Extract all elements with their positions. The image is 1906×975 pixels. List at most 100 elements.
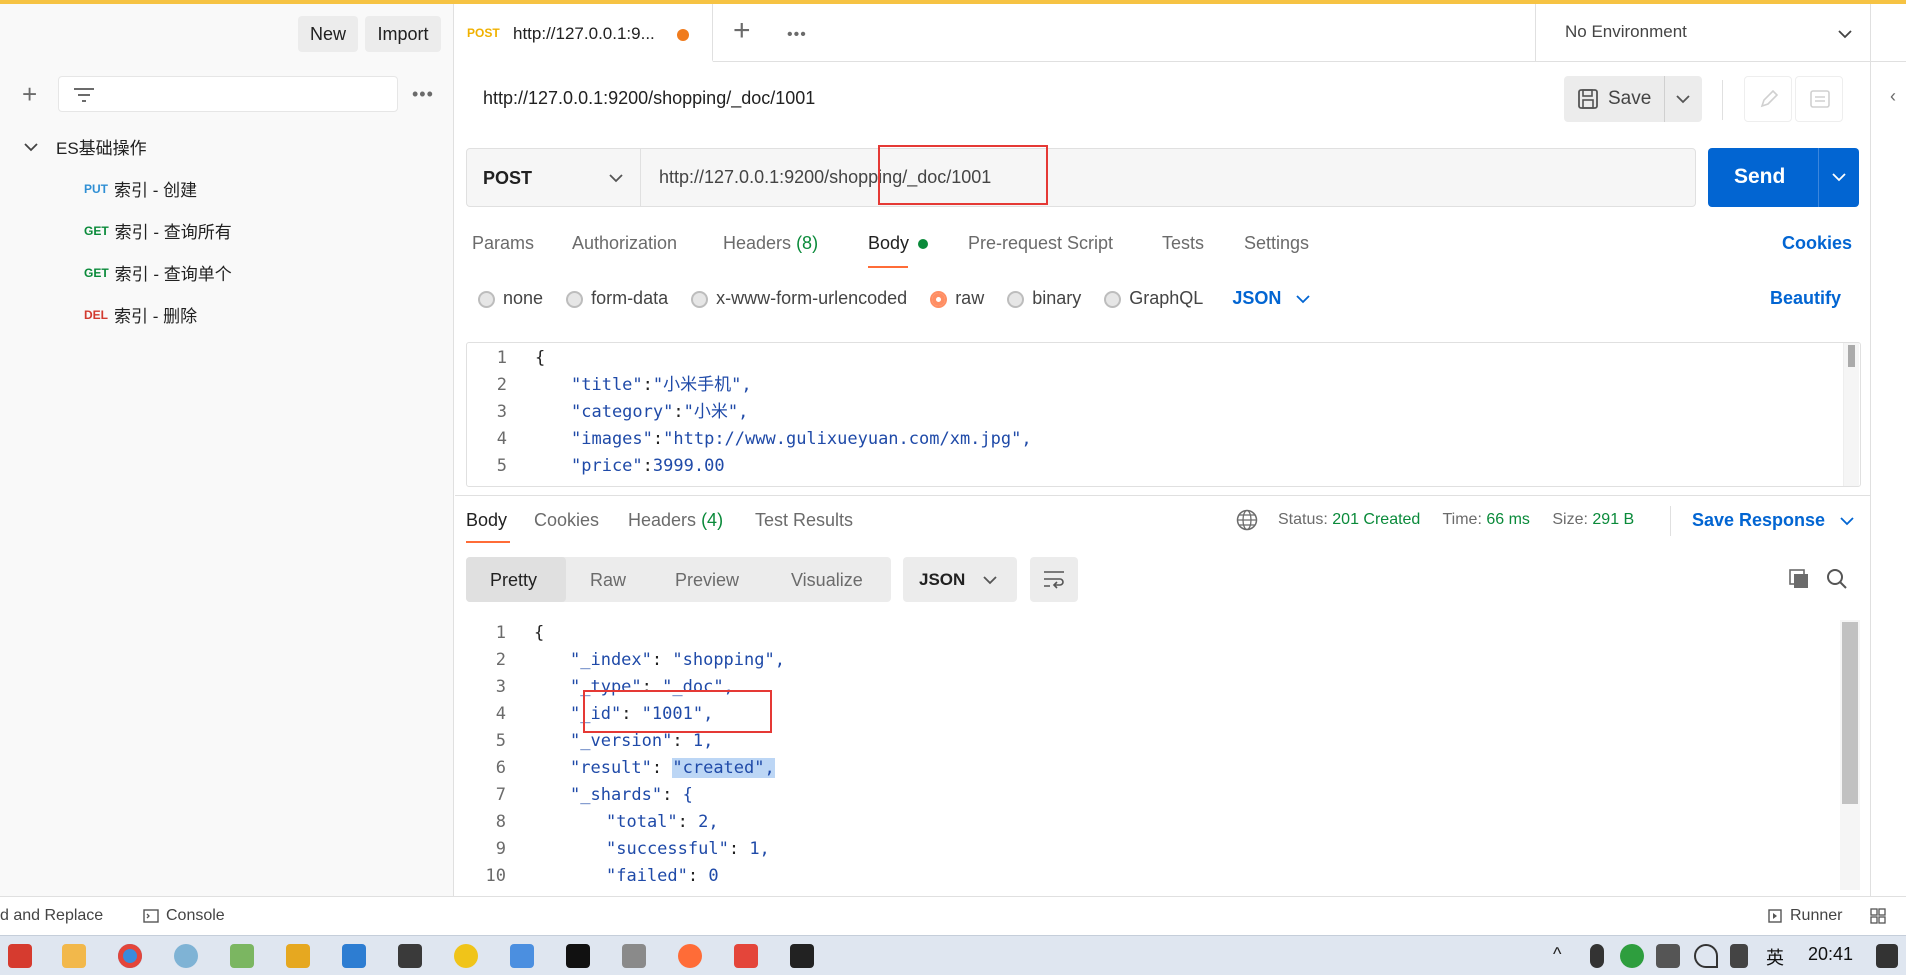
wifi-icon[interactable] — [1694, 944, 1718, 968]
size-value[interactable]: 291 B — [1592, 511, 1634, 528]
intellij-icon[interactable] — [566, 944, 590, 968]
request-body-editor[interactable]: 1{2 "title":"小米手机", 3 "category":"小米", 4 "ima… — [466, 342, 1861, 487]
tab-pre-request-script[interactable]: Pre-request Script — [968, 233, 1113, 254]
code-line: 10 "failed": 0 — [466, 863, 1836, 890]
documentation-icon[interactable] — [1795, 76, 1843, 122]
body-format-select[interactable]: JSON — [1232, 288, 1311, 308]
chrome-icon[interactable] — [118, 944, 142, 968]
radio-raw[interactable]: raw — [930, 288, 984, 308]
tab-headers[interactable]: Headers (8) — [723, 233, 818, 254]
notification-icon[interactable] — [1876, 944, 1898, 968]
radio-graphql[interactable]: GraphQL — [1104, 288, 1203, 308]
new-button[interactable]: New — [298, 16, 358, 52]
sidebar-item-index-get[interactable]: GET 索引 - 查询单个 — [84, 260, 232, 285]
emoji-app-icon[interactable] — [454, 944, 478, 968]
runner-button[interactable]: Runner — [1790, 907, 1842, 925]
view-pretty[interactable]: Pretty — [490, 570, 537, 591]
tray-app-icon[interactable] — [1620, 944, 1644, 968]
wps-icon[interactable] — [8, 944, 32, 968]
app-icon[interactable] — [342, 944, 366, 968]
right-panel-toggle-icon[interactable]: ‹ — [1890, 86, 1896, 107]
app-icon[interactable] — [174, 944, 198, 968]
method-select[interactable]: POST — [467, 149, 641, 206]
battery-icon[interactable] — [1656, 944, 1680, 968]
add-collection-icon[interactable]: + — [22, 81, 37, 107]
console-button[interactable]: Console — [166, 907, 225, 925]
sidebar: New Import + ••• ES基础操作 PUT 索引 - 创建 GET … — [0, 4, 454, 896]
radio-binary[interactable]: binary — [1007, 288, 1081, 308]
response-format-select[interactable]: JSON — [903, 557, 1017, 602]
chevron-down-icon[interactable] — [1676, 95, 1690, 104]
wrap-lines-button[interactable] — [1030, 557, 1078, 602]
cmd-icon[interactable] — [790, 944, 814, 968]
new-tab-icon[interactable]: + — [733, 16, 751, 46]
tray-chevron-up-icon[interactable]: ^ — [1553, 944, 1561, 965]
tab-settings[interactable]: Settings — [1244, 233, 1309, 254]
postman-icon[interactable] — [678, 944, 702, 968]
microphone-icon[interactable] — [1590, 944, 1604, 968]
cookies-link[interactable]: Cookies — [1782, 233, 1852, 254]
pane-divider[interactable] — [455, 495, 1870, 496]
file-explorer-icon[interactable] — [62, 944, 86, 968]
beautify-link[interactable]: Beautify — [1770, 288, 1841, 309]
scrollbar-thumb[interactable] — [1848, 345, 1855, 367]
ime-indicator[interactable]: 英 — [1766, 944, 1784, 970]
edit-icon[interactable] — [1744, 76, 1792, 122]
chevron-down-icon[interactable] — [1838, 30, 1852, 39]
json-value: 1, — [692, 731, 714, 751]
resp-headers-count: (4) — [701, 510, 724, 530]
copy-icon[interactable] — [1788, 568, 1810, 590]
request-tab[interactable]: POST http://127.0.0.1:9... — [455, 4, 713, 62]
app-icon[interactable] — [622, 944, 646, 968]
time-value[interactable]: 66 ms — [1486, 511, 1530, 528]
terminal-app-icon[interactable] — [398, 944, 422, 968]
chevron-down-icon[interactable] — [1832, 173, 1846, 182]
find-replace-button[interactable]: d and Replace — [0, 907, 103, 925]
request-title[interactable]: http://127.0.0.1:9200/shopping/_doc/1001 — [483, 88, 815, 109]
resp-tab-body[interactable]: Body — [466, 510, 507, 531]
app-icon[interactable] — [510, 944, 534, 968]
sidebar-item-index-create[interactable]: PUT 索引 - 创建 — [84, 176, 197, 201]
tab-tests[interactable]: Tests — [1162, 233, 1204, 254]
radio-urlencoded[interactable]: x-www-form-urlencoded — [691, 288, 907, 308]
view-visualize[interactable]: Visualize — [791, 570, 863, 591]
clock[interactable]: 20:41 — [1808, 944, 1853, 965]
view-preview[interactable]: Preview — [675, 570, 739, 591]
sidebar-item-index-delete[interactable]: DEL 索引 - 删除 — [84, 302, 197, 327]
layout-toggle-icon[interactable] — [1870, 908, 1886, 924]
method-badge: GET — [84, 265, 109, 280]
response-scrollbar[interactable] — [1840, 620, 1860, 890]
tab-params[interactable]: Params — [472, 233, 534, 254]
resp-tab-cookies[interactable]: Cookies — [534, 510, 599, 531]
tab-body[interactable]: Body — [868, 233, 929, 254]
scrollbar-thumb[interactable] — [1842, 622, 1858, 804]
editor-scrollbar[interactable] — [1843, 343, 1859, 486]
resp-tab-headers[interactable]: Headers (4) — [628, 510, 723, 531]
filter-input[interactable] — [58, 76, 398, 112]
save-button[interactable]: Save — [1608, 88, 1651, 110]
tab-underline — [466, 541, 510, 543]
volume-icon[interactable] — [1730, 944, 1748, 968]
response-body-viewer[interactable]: 1{2 "_index": "shopping", 3 "_type": "_doc"… — [466, 620, 1861, 890]
view-raw[interactable]: Raw — [590, 570, 626, 591]
status-value[interactable]: 201 Created — [1332, 511, 1420, 528]
import-button[interactable]: Import — [365, 16, 441, 52]
search-icon[interactable] — [1826, 568, 1848, 590]
radio-none[interactable]: none — [478, 288, 543, 308]
notepad-icon[interactable] — [230, 944, 254, 968]
globe-icon[interactable] — [1236, 509, 1258, 531]
sidebar-more-icon[interactable]: ••• — [412, 84, 434, 105]
line-number: 6 — [495, 758, 506, 778]
tab-authorization[interactable]: Authorization — [572, 233, 677, 254]
response-code-lines: 1{2 "_index": "shopping", 3 "_type": "_doc"… — [466, 620, 1836, 890]
resp-tab-test-results[interactable]: Test Results — [755, 510, 853, 531]
tabs-more-icon[interactable]: ••• — [787, 26, 807, 44]
collection-es[interactable]: ES基础操作 — [24, 134, 147, 159]
send-button[interactable]: Send — [1734, 165, 1785, 189]
save-response-button[interactable]: Save Response — [1692, 510, 1854, 531]
mf-icon[interactable] — [286, 944, 310, 968]
sidebar-item-index-list[interactable]: GET 索引 - 查询所有 — [84, 218, 232, 243]
radio-form-data[interactable]: form-data — [566, 288, 668, 308]
app-icon[interactable] — [734, 944, 758, 968]
environment-select[interactable]: No Environment — [1565, 22, 1687, 42]
